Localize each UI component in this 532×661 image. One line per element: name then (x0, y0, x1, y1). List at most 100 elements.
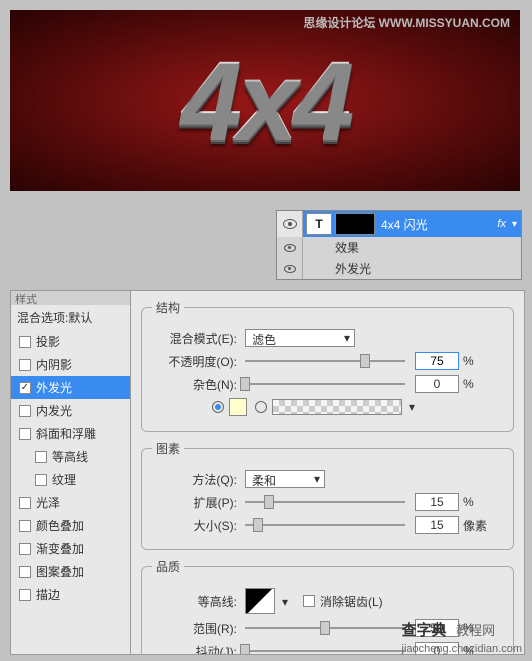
style-option[interactable]: 颜色叠加 (11, 514, 130, 537)
style-option[interactable]: 内阴影 (11, 353, 130, 376)
spread-unit: % (463, 495, 487, 509)
style-label: 图案叠加 (36, 563, 84, 580)
style-option[interactable]: 内发光 (11, 399, 130, 422)
size-slider[interactable] (245, 518, 405, 532)
style-checkbox[interactable] (35, 474, 47, 486)
eye-icon (284, 244, 296, 252)
outer-glow-row[interactable]: 外发光 (277, 258, 521, 279)
style-checkbox[interactable] (35, 451, 47, 463)
technique-select[interactable]: 柔和 (245, 470, 325, 488)
watermark-small: 教程网 (456, 623, 495, 638)
visibility-toggle[interactable] (277, 258, 303, 279)
color-radio[interactable] (212, 401, 224, 413)
style-option[interactable]: 等高线 (11, 445, 130, 468)
fx-badge[interactable]: fx (497, 218, 506, 230)
jitter-slider[interactable] (245, 644, 405, 655)
preview-text: 4x4 (181, 37, 350, 164)
style-label: 投影 (36, 333, 60, 350)
style-label: 渐变叠加 (36, 540, 84, 557)
watermark-text: 思缘设计论坛 WWW.MISSYUAN.COM (303, 14, 510, 31)
blend-mode-value: 滤色 (252, 333, 276, 347)
style-checkbox[interactable] (19, 405, 31, 417)
style-checkbox[interactable] (19, 382, 31, 394)
effects-row[interactable]: 效果 (277, 237, 521, 258)
styles-list-panel: 样式 混合选项:默认 投影内阴影外发光内发光斜面和浮雕等高线纹理光泽颜色叠加渐变… (10, 290, 130, 655)
watermark-big: 查字典 (402, 622, 447, 639)
layer-style-dialog: 样式 混合选项:默认 投影内阴影外发光内发光斜面和浮雕等高线纹理光泽颜色叠加渐变… (10, 290, 525, 655)
noise-slider[interactable] (245, 377, 405, 391)
size-unit: 像素 (463, 517, 487, 534)
range-slider[interactable] (245, 621, 405, 635)
layer-mask-thumbnail[interactable] (335, 213, 375, 235)
blend-mode-select[interactable]: 滤色 (245, 329, 355, 347)
layer-thumbnail[interactable]: T (306, 213, 332, 235)
style-checkbox[interactable] (19, 497, 31, 509)
page-watermark: 查字典 教程网 jiaocheng.chazidian.com (402, 619, 522, 655)
layer-name[interactable]: 4x4 闪光 (381, 216, 497, 233)
eye-icon (284, 265, 296, 273)
layer-row[interactable]: T 4x4 闪光 fx ▾ (277, 211, 521, 237)
style-label: 纹理 (52, 471, 76, 488)
spread-label: 扩展(P): (152, 494, 237, 511)
settings-panel: 结构 混合模式(E): 滤色 不透明度(O): 75 % 杂色(N): 0 % (130, 290, 525, 655)
elements-group: 图素 方法(Q): 柔和 扩展(P): 15 % 大小(S): 15 像素 (141, 440, 514, 550)
preview-image: 思缘设计论坛 WWW.MISSYUAN.COM 4x4 (10, 10, 520, 191)
style-checkbox[interactable] (19, 566, 31, 578)
effects-label: 效果 (303, 239, 359, 256)
style-option[interactable]: 外发光 (11, 376, 130, 399)
blend-options-header[interactable]: 混合选项:默认 (11, 305, 130, 330)
style-label: 外发光 (36, 379, 72, 396)
opacity-unit: % (463, 354, 487, 368)
style-option[interactable]: 光泽 (11, 491, 130, 514)
gradient-preview[interactable] (272, 399, 402, 415)
style-option[interactable]: 描边 (11, 583, 130, 606)
style-option-list: 投影内阴影外发光内发光斜面和浮雕等高线纹理光泽颜色叠加渐变叠加图案叠加描边 (11, 330, 130, 606)
style-checkbox[interactable] (19, 520, 31, 532)
style-label: 描边 (36, 586, 60, 603)
blend-mode-label: 混合模式(E): (152, 330, 237, 347)
style-label: 光泽 (36, 494, 60, 511)
spread-slider[interactable] (245, 495, 405, 509)
panel-header: 样式 (11, 291, 130, 305)
noise-label: 杂色(N): (152, 376, 237, 393)
contour-picker[interactable] (245, 588, 275, 614)
jitter-label: 抖动(J): (152, 643, 237, 656)
opacity-label: 不透明度(O): (152, 353, 237, 370)
color-swatch[interactable] (229, 398, 247, 416)
technique-value: 柔和 (252, 474, 276, 488)
size-label: 大小(S): (152, 517, 237, 534)
style-label: 内发光 (36, 402, 72, 419)
visibility-toggle[interactable] (277, 237, 303, 258)
structure-group: 结构 混合模式(E): 滤色 不透明度(O): 75 % 杂色(N): 0 % (141, 299, 514, 432)
style-option[interactable]: 斜面和浮雕 (11, 422, 130, 445)
noise-unit: % (463, 377, 487, 391)
style-label: 颜色叠加 (36, 517, 84, 534)
style-checkbox[interactable] (19, 359, 31, 371)
antialias-checkbox[interactable] (303, 595, 315, 607)
chevron-down-icon[interactable]: ▾ (512, 219, 517, 230)
elements-legend: 图素 (152, 440, 184, 457)
eye-icon (283, 219, 297, 229)
style-option[interactable]: 投影 (11, 330, 130, 353)
outer-glow-label: 外发光 (303, 260, 371, 277)
style-checkbox[interactable] (19, 428, 31, 440)
visibility-toggle[interactable] (277, 211, 303, 237)
technique-label: 方法(Q): (152, 471, 237, 488)
structure-legend: 结构 (152, 299, 184, 316)
watermark-url: jiaocheng.chazidian.com (402, 643, 522, 655)
style-checkbox[interactable] (19, 589, 31, 601)
range-label: 范围(R): (152, 620, 237, 637)
gradient-radio[interactable] (255, 401, 267, 413)
style-option[interactable]: 渐变叠加 (11, 537, 130, 560)
size-input[interactable]: 15 (415, 516, 459, 534)
style-label: 等高线 (52, 448, 88, 465)
style-checkbox[interactable] (19, 336, 31, 348)
antialias-label: 消除锯齿(L) (320, 593, 383, 610)
noise-input[interactable]: 0 (415, 375, 459, 393)
opacity-input[interactable]: 75 (415, 352, 459, 370)
spread-input[interactable]: 15 (415, 493, 459, 511)
style-option[interactable]: 图案叠加 (11, 560, 130, 583)
opacity-slider[interactable] (245, 354, 405, 368)
style-checkbox[interactable] (19, 543, 31, 555)
style-option[interactable]: 纹理 (11, 468, 130, 491)
